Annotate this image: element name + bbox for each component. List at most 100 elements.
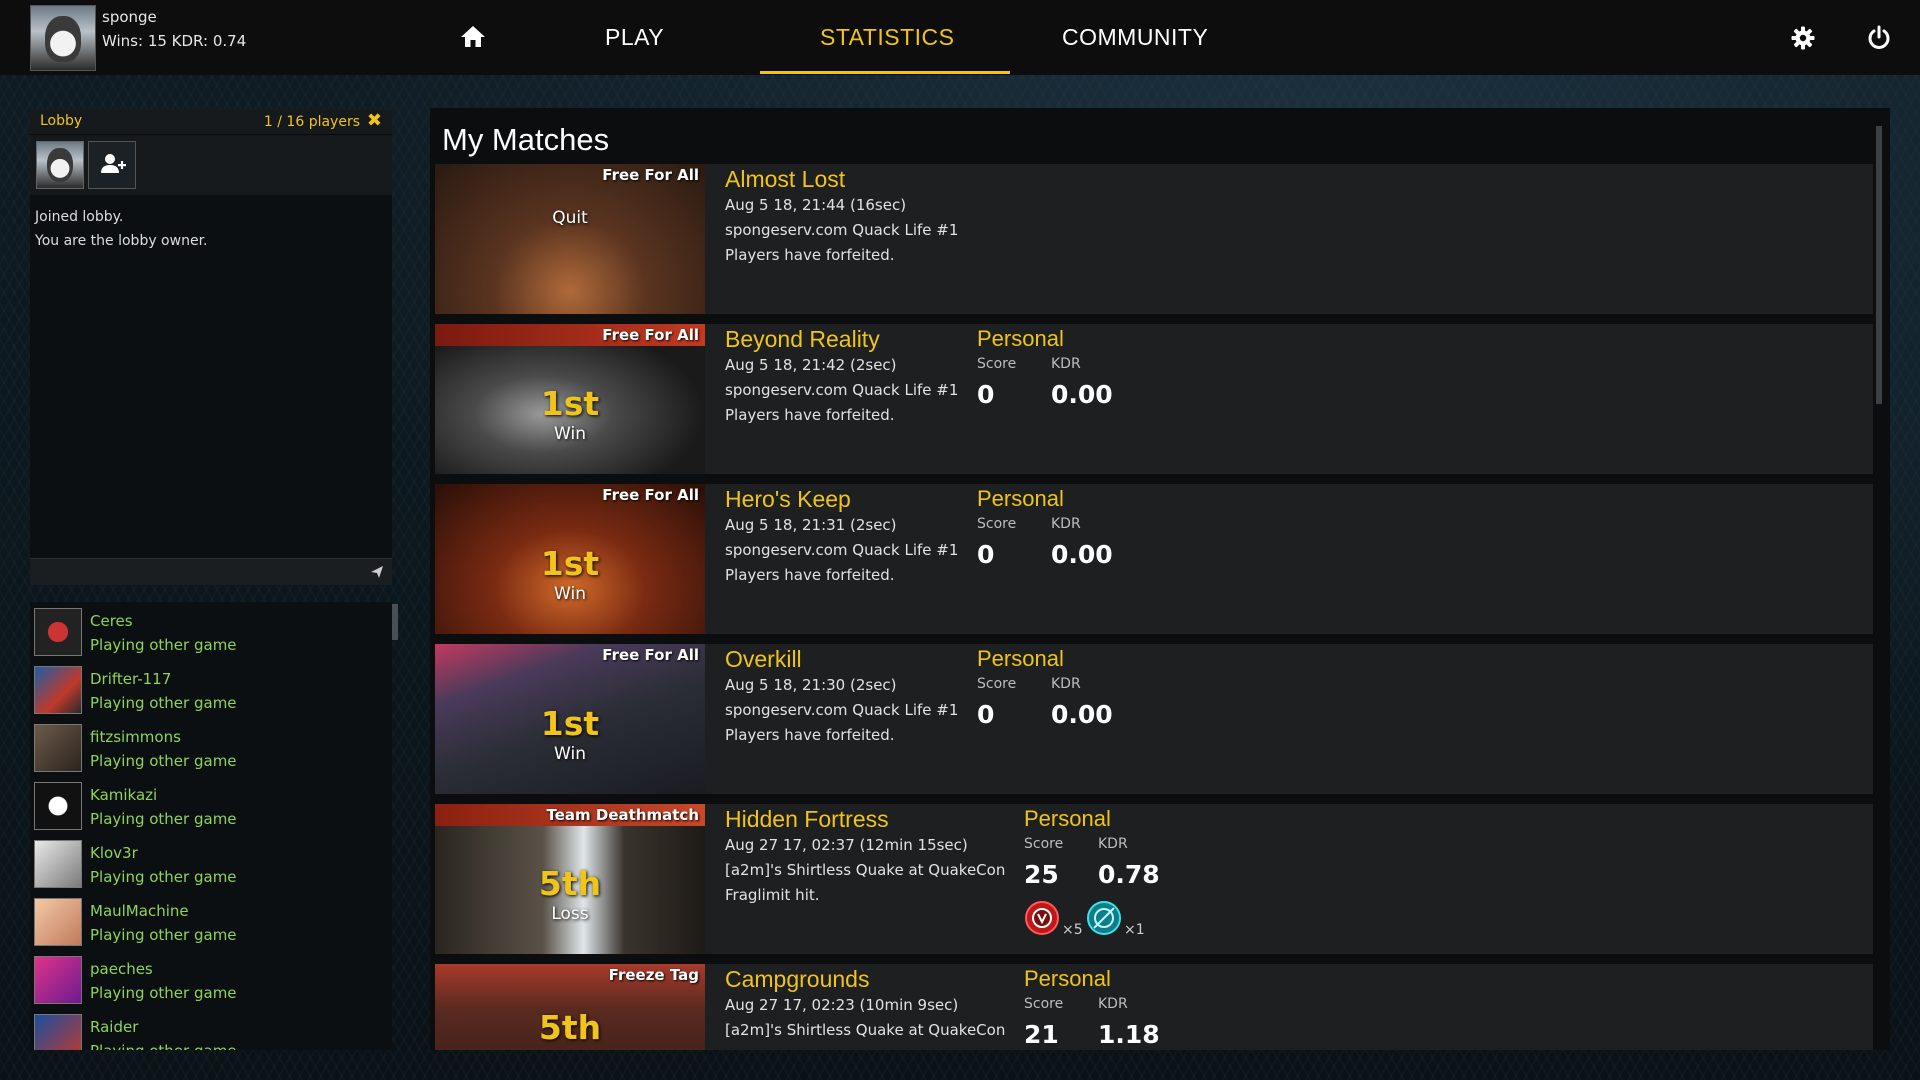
friend-name: paeches [90,960,153,978]
username: sponge [102,8,157,26]
friend-avatar [34,666,82,714]
match-server: [a2m]'s Shirtless Quake at QuakeCon [725,1021,1006,1039]
match-server: [a2m]'s Shirtless Quake at QuakeCon [725,861,1006,879]
match-server: spongeserv.com Quack Life #1 [725,221,959,239]
nav-community[interactable]: COMMUNITY [1062,24,1208,51]
medal-count: ×5 [1062,922,1083,938]
map-name: Hidden Fortress [725,806,889,832]
active-tab-indicator [760,71,1010,74]
close-icon[interactable]: ✖ [367,110,382,131]
friends-scrollbar[interactable] [392,604,398,640]
friend-item[interactable]: paeches Playing other game [30,950,392,1008]
matches-scrollbar[interactable] [1876,126,1882,404]
match-row[interactable]: Team Deathmatch 5th Loss Hidden Fortress… [435,804,1873,954]
lobby-header: Lobby 1 / 16 players ✖ [30,110,392,134]
kdr-label: KDR [1098,836,1128,852]
match-note: Players have forfeited. [725,566,895,584]
game-mode: Free For All [602,646,699,664]
user-avatar[interactable] [30,5,96,71]
kdr-value: 0.00 [1051,540,1113,569]
score-value: 0 [977,380,995,409]
send-icon[interactable] [370,565,384,579]
map-thumbnail: Freeze Tag 5th [435,964,705,1050]
kdr-value: 0.00 [1051,700,1113,729]
kdr-value: 0.78 [1098,860,1160,889]
match-outcome: Win [554,744,586,764]
score-label: Score [977,516,1017,532]
chat-message: You are the lobby owner. [35,233,208,249]
match-placement: 5th [538,1008,602,1047]
match-date: Aug 27 17, 02:23 (10min 9sec) [725,996,959,1014]
score-label: Score [1024,996,1064,1012]
add-user-icon [101,154,126,173]
lobby-member-avatar[interactable] [36,141,84,189]
matches-panel: My Matches Free For All Quit Almost Lost… [430,108,1890,1050]
lobby-title: Lobby [40,113,83,129]
chat-input[interactable] [30,558,392,585]
accuracy-medal-icon [1087,901,1121,935]
personal-heading: Personal [977,646,1064,671]
friend-avatar [34,608,82,656]
match-outcome: Quit [552,208,588,228]
match-outcome: Loss [551,904,589,924]
match-row[interactable]: Free For All 1st Win Beyond Reality Aug … [435,324,1873,474]
friend-item[interactable]: Klov3r Playing other game [30,834,392,892]
friend-status: Playing other game [90,926,237,944]
friend-status: Playing other game [90,752,237,770]
score-value: 0 [977,700,995,729]
friend-item[interactable]: Raider Playing other game [30,1008,392,1050]
friend-name: Klov3r [90,844,138,862]
nav-play[interactable]: PLAY [605,24,664,51]
match-placement: 1st [540,384,600,423]
match-date: Aug 5 18, 21:42 (2sec) [725,356,897,374]
home-icon[interactable] [460,24,486,48]
match-note: Players have forfeited. [725,246,895,264]
power-icon[interactable] [1866,25,1892,51]
match-placement: 1st [540,544,600,583]
match-row[interactable]: Freeze Tag 5th Campgrounds Aug 27 17, 02… [435,964,1873,1050]
friend-item[interactable]: Kamikazi Playing other game [30,776,392,834]
friend-avatar [34,724,82,772]
friend-name: MaulMachine [90,902,189,920]
friend-avatar [34,840,82,888]
friend-item[interactable]: Drifter-117 Playing other game [30,660,392,718]
friend-status: Playing other game [90,810,237,828]
friend-item[interactable]: Ceres Playing other game [30,602,392,660]
match-placement: 1st [540,704,600,743]
match-date: Aug 5 18, 21:44 (16sec) [725,196,907,214]
match-row[interactable]: Free For All 1st Win Overkill Aug 5 18, … [435,644,1873,794]
friend-avatar [34,898,82,946]
friends-list: Ceres Playing other game Drifter-117 Pla… [30,602,392,1050]
friend-item[interactable]: MaulMachine Playing other game [30,892,392,950]
match-note: Fraglimit hit. [725,886,820,904]
score-value: 0 [977,540,995,569]
personal-heading: Personal [1024,806,1111,831]
friend-avatar [34,782,82,830]
kdr-value: 1.18 [1098,1020,1160,1049]
personal-heading: Personal [977,326,1064,351]
medal-count: ×1 [1124,922,1145,938]
invite-player-button[interactable] [88,141,136,189]
excellent-medal-icon [1025,901,1059,935]
top-bar: sponge Wins: 15 KDR: 0.74 PLAY STATISTIC… [0,0,1920,75]
match-row[interactable]: Free For All Quit Almost Lost Aug 5 18, … [435,164,1873,314]
gear-icon[interactable] [1791,26,1815,50]
personal-heading: Personal [977,486,1064,511]
friend-name: Ceres [90,612,133,630]
friend-item[interactable]: fitzsimmons Playing other game [30,718,392,776]
map-thumbnail: Free For All 1st Win [435,644,705,794]
map-thumbnail: Free For All 1st Win [435,484,705,634]
game-mode: Team Deathmatch [546,806,699,824]
match-date: Aug 27 17, 02:37 (12min 15sec) [725,836,968,854]
match-server: spongeserv.com Quack Life #1 [725,381,959,399]
friend-avatar [34,956,82,1004]
score-label: Score [977,676,1017,692]
page-title: My Matches [442,122,610,157]
lobby-panel: Lobby 1 / 16 players ✖ Joined lobby. You… [30,110,392,585]
score-label: Score [1024,836,1064,852]
match-row[interactable]: Free For All 1st Win Hero's Keep Aug 5 1… [435,484,1873,634]
friend-status: Playing other game [90,868,237,886]
score-value: 21 [1024,1020,1059,1049]
friend-status: Playing other game [90,984,237,1002]
nav-statistics[interactable]: STATISTICS [820,24,955,51]
